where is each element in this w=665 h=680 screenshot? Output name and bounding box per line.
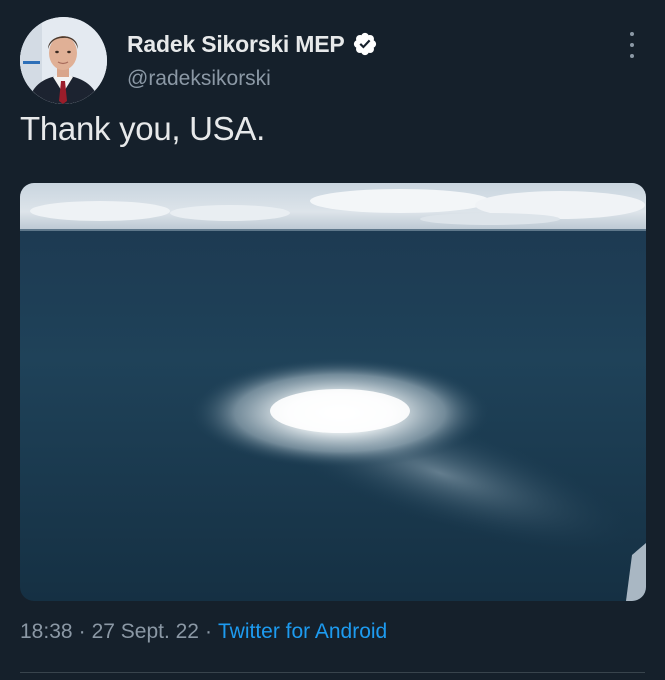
avatar[interactable] [20,17,107,104]
aerial-sea-photo-icon [20,183,646,601]
more-dot [630,54,634,58]
avatar-portrait-icon [20,17,107,104]
more-dot [630,43,634,47]
author-handle[interactable]: @radeksikorski [127,67,378,91]
meta-separator: · [204,620,212,643]
display-name[interactable]: Radek Sikorski MEP [127,31,345,58]
tweet-time[interactable]: 18:38 [20,620,73,643]
tweet-meta: 18:38 · 27 Sept. 22 · Twitter for Android [20,620,387,644]
tweet-date[interactable]: 27 Sept. 22 [92,620,199,643]
tweet-media-photo[interactable] [20,183,646,601]
more-dot [630,32,634,36]
divider [20,672,645,673]
author-info: Radek Sikorski MEP @radeksikorski [127,29,378,91]
tweet: Radek Sikorski MEP @radeksikorski Thank … [0,0,665,680]
verified-badge-icon [352,31,378,57]
tweet-source-link[interactable]: Twitter for Android [218,620,387,643]
tweet-text: Thank you, USA. [20,110,265,147]
name-row: Radek Sikorski MEP [127,29,378,59]
more-options-icon[interactable] [622,32,642,58]
meta-separator: · [78,620,86,643]
